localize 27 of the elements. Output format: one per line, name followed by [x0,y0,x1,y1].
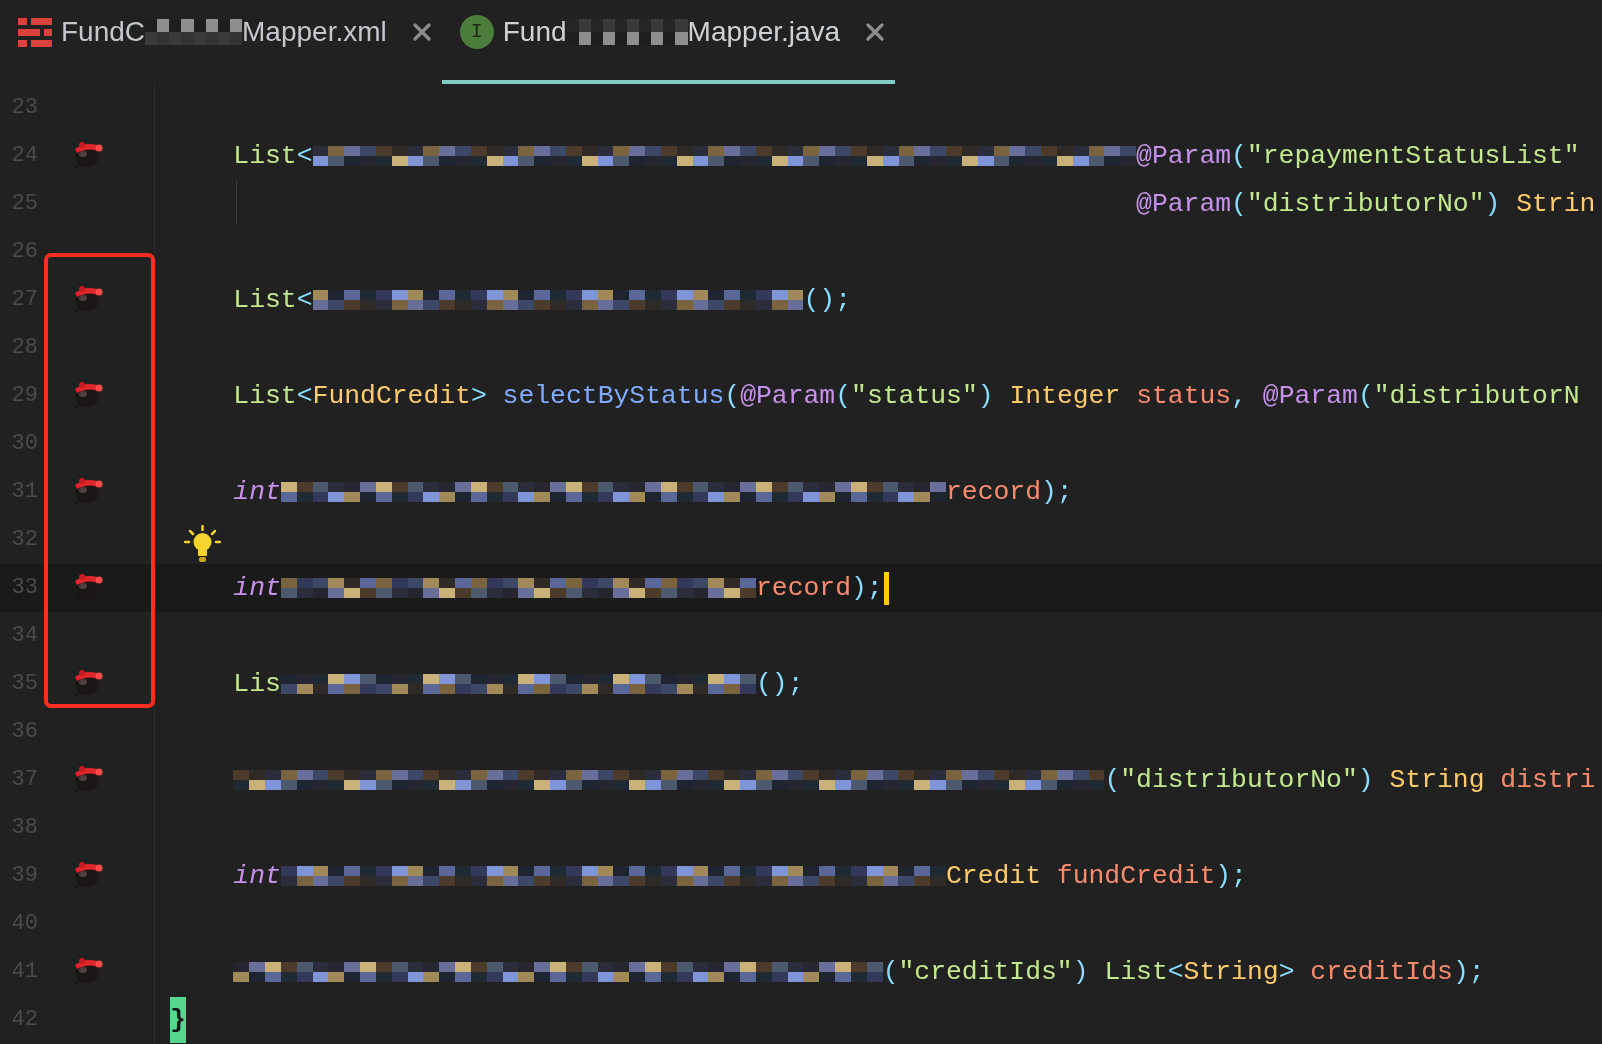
code-text: List< [233,140,313,172]
code-text: ("distributorNo") String distri [1104,764,1596,796]
code-text: (); [803,284,851,316]
interface-badge: I [459,15,494,49]
editor-tab[interactable]: I Fund Mapper.java [441,0,896,84]
code-text: List< [233,284,313,316]
close-icon [866,23,885,41]
close-tab-button[interactable] [412,23,431,41]
editor-tab[interactable]: FundC Mapper.xml [0,0,442,84]
code-text: int [233,860,281,892]
code-text: Lis [233,668,281,700]
close-icon [412,23,431,41]
text-cursor [883,571,889,605]
code-text: ("creditIds") List<String> creditIds); [882,956,1485,988]
code-text: List<FundCredit> selectByStatus(@Param("status") Integer status, @Param("distributorN [233,380,1580,412]
close-tab-button[interactable] [866,23,885,41]
code-text: record); [755,572,883,604]
code-text: (); [755,668,804,700]
code-text: @Param("distributorNo") Strin [1136,188,1596,220]
code-text: record); [946,476,1073,508]
lightbulb-icon[interactable] [184,525,221,562]
code-text: int [233,476,281,508]
striped-bars-icon [18,17,52,47]
code-text: @Param("repaymentStatusList" [1136,140,1580,172]
code-text: } [170,997,186,1043]
code-text: int [233,572,281,604]
code-text: Credit fundCredit); [946,860,1247,892]
